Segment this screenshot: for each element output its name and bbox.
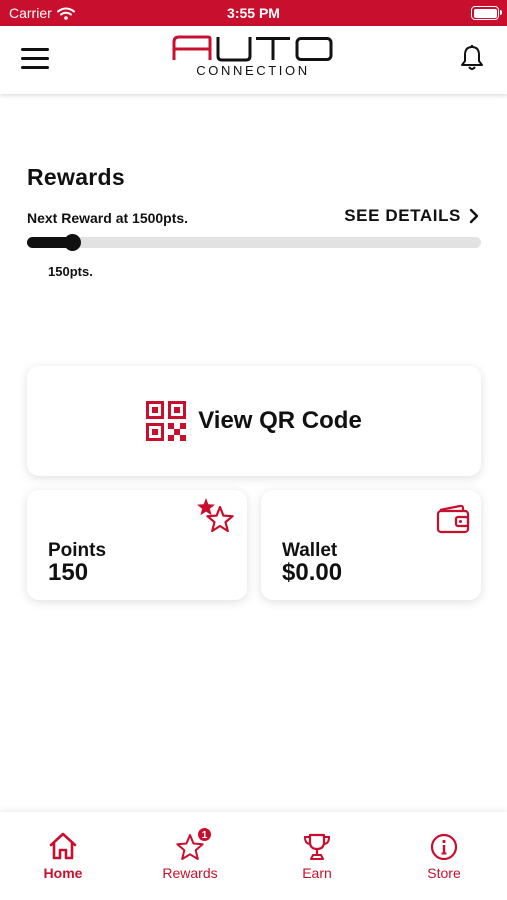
chevron-right-icon — [469, 208, 479, 224]
view-qr-code-button[interactable]: View QR Code — [27, 366, 481, 476]
tab-earn-label: Earn — [302, 865, 332, 881]
tab-earn[interactable]: Earn — [254, 812, 380, 900]
tab-store[interactable]: Store — [381, 812, 507, 900]
status-time: 3:55 PM — [227, 5, 280, 21]
tab-bar: Home 1 Rewards Earn Store — [0, 812, 507, 900]
points-card[interactable]: Points 150 — [27, 490, 247, 600]
tab-home-label: Home — [43, 865, 83, 881]
auto-connection-logo: CONNECTION — [172, 35, 333, 78]
see-details-label: SEE DETAILS — [344, 206, 461, 225]
hamburger-menu-icon[interactable] — [21, 48, 49, 70]
qr-code-icon — [146, 401, 187, 441]
trophy-icon — [303, 833, 331, 860]
status-bar: Carrier 3:55 PM — [0, 0, 507, 26]
info-icon — [430, 833, 458, 861]
tab-rewards-label: Rewards — [162, 865, 218, 881]
app-header: CONNECTION — [0, 26, 507, 94]
tab-store-label: Store — [427, 865, 461, 881]
wallet-value: $0.00 — [282, 559, 343, 586]
bell-icon[interactable] — [459, 44, 485, 72]
tab-home[interactable]: Home — [0, 812, 126, 900]
svg-text:CONNECTION: CONNECTION — [196, 63, 309, 78]
wallet-card[interactable]: Wallet $0.00 — [261, 490, 481, 600]
view-qr-code-label: View QR Code — [198, 407, 362, 434]
next-reward-text: Next Reward at 1500pts. — [27, 210, 189, 226]
rewards-title: Rewards — [27, 164, 125, 190]
tab-rewards[interactable]: 1 Rewards — [127, 812, 253, 900]
progress-knob — [64, 234, 82, 251]
rewards-progress-bar — [27, 234, 481, 251]
points-value: 150 — [48, 559, 89, 586]
stars-icon — [197, 498, 234, 533]
battery-icon — [471, 6, 502, 20]
wallet-icon — [436, 504, 470, 534]
rewards-badge: 1 — [197, 827, 212, 842]
home-icon — [49, 832, 77, 860]
current-points-label: 150pts. — [48, 264, 93, 279]
see-details-button[interactable]: SEE DETAILS — [344, 206, 479, 226]
